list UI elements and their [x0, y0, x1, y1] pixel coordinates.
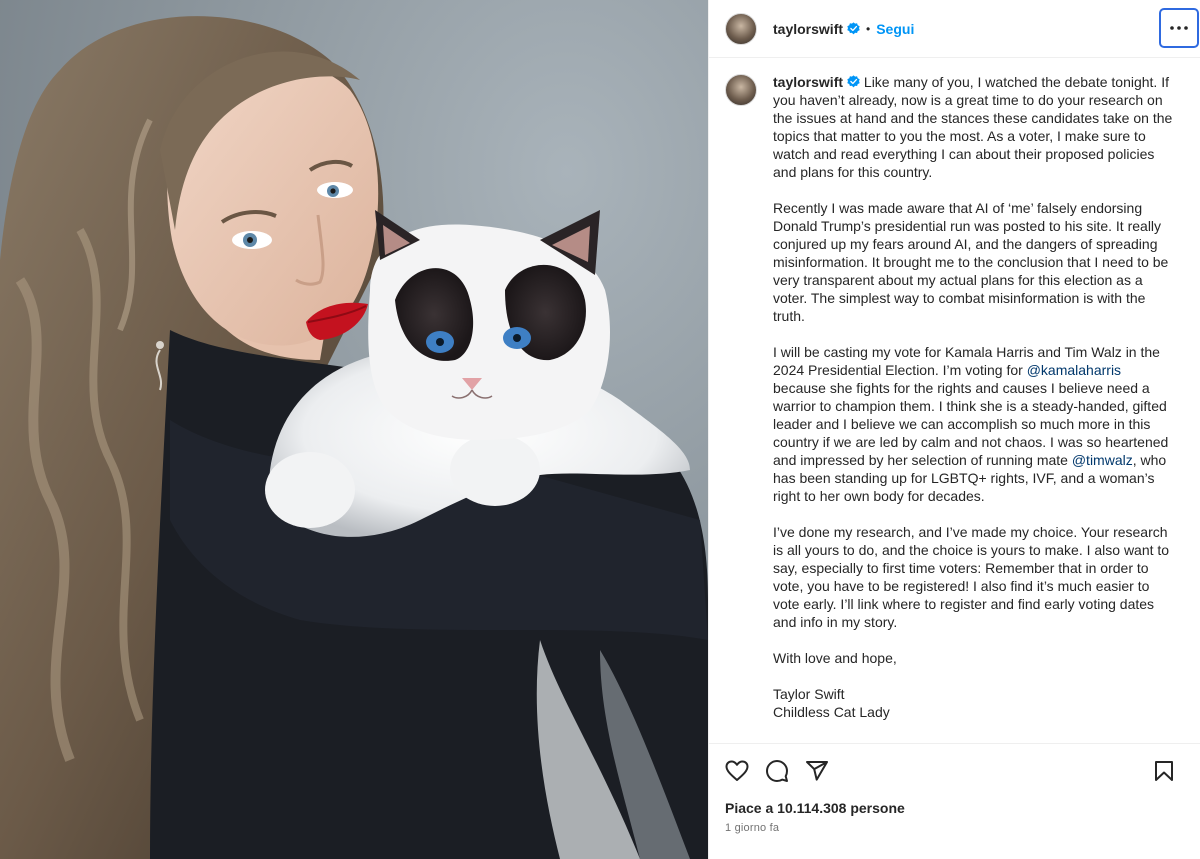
caption-paragraph-2: Recently I was made aware that AI of ‘me… [773, 200, 1169, 324]
caption-author-avatar[interactable] [725, 74, 757, 106]
mention-kamalaharris-link[interactable]: @kamalaharris [1027, 362, 1121, 378]
action-icons-row [725, 744, 1184, 798]
post-photo[interactable] [0, 0, 708, 859]
caption-paragraph-4: I’ve done my research, and I’ve made my … [773, 524, 1170, 630]
instagram-post-view: taylorswift • Segui taylorswift Like man… [0, 0, 1200, 859]
caption-paragraph-5: With love and hope, [773, 650, 897, 666]
share-icon[interactable] [805, 759, 829, 783]
caption-paragraph-3: I will be casting my vote for Kamala Har… [773, 343, 1177, 505]
post-timestamp[interactable]: 1 giorno fa [725, 822, 1184, 834]
likes-count[interactable]: Piace a 10.114.308 persone [725, 800, 1184, 816]
caption-username[interactable]: taylorswift [773, 74, 843, 90]
post-header: taylorswift • Segui [709, 0, 1200, 58]
more-options-button[interactable] [1159, 8, 1199, 48]
mention-timwalz-link[interactable]: @timwalz [1072, 452, 1133, 468]
more-horizontal-icon [1170, 26, 1188, 30]
caption-signature-name: Taylor Swift [773, 686, 845, 702]
follow-button[interactable]: Segui [876, 21, 914, 37]
caption-verified-badge-icon [847, 75, 860, 88]
verified-badge-icon [847, 22, 860, 35]
caption-paragraph-1: taylorswift Like many of you, I watched … [773, 73, 1177, 181]
comment-icon[interactable] [765, 759, 789, 783]
post-actions-section: Piace a 10.114.308 persone 1 giorno fa [709, 743, 1200, 859]
post-caption: taylorswift Like many of you, I watched … [773, 73, 1177, 721]
comments-scroll-area[interactable]: taylorswift Like many of you, I watched … [709, 58, 1200, 743]
caption-row: taylorswift Like many of you, I watched … [725, 73, 1184, 721]
post-side-panel: taylorswift • Segui taylorswift Like man… [708, 0, 1200, 859]
post-photo-illustration [0, 16, 708, 859]
heart-icon[interactable] [725, 759, 749, 783]
bookmark-icon[interactable] [1152, 759, 1176, 783]
header-separator: • [866, 21, 871, 36]
author-username[interactable]: taylorswift [773, 21, 843, 37]
author-avatar[interactable] [725, 12, 757, 45]
caption-signature-title: Childless Cat Lady [773, 704, 890, 720]
